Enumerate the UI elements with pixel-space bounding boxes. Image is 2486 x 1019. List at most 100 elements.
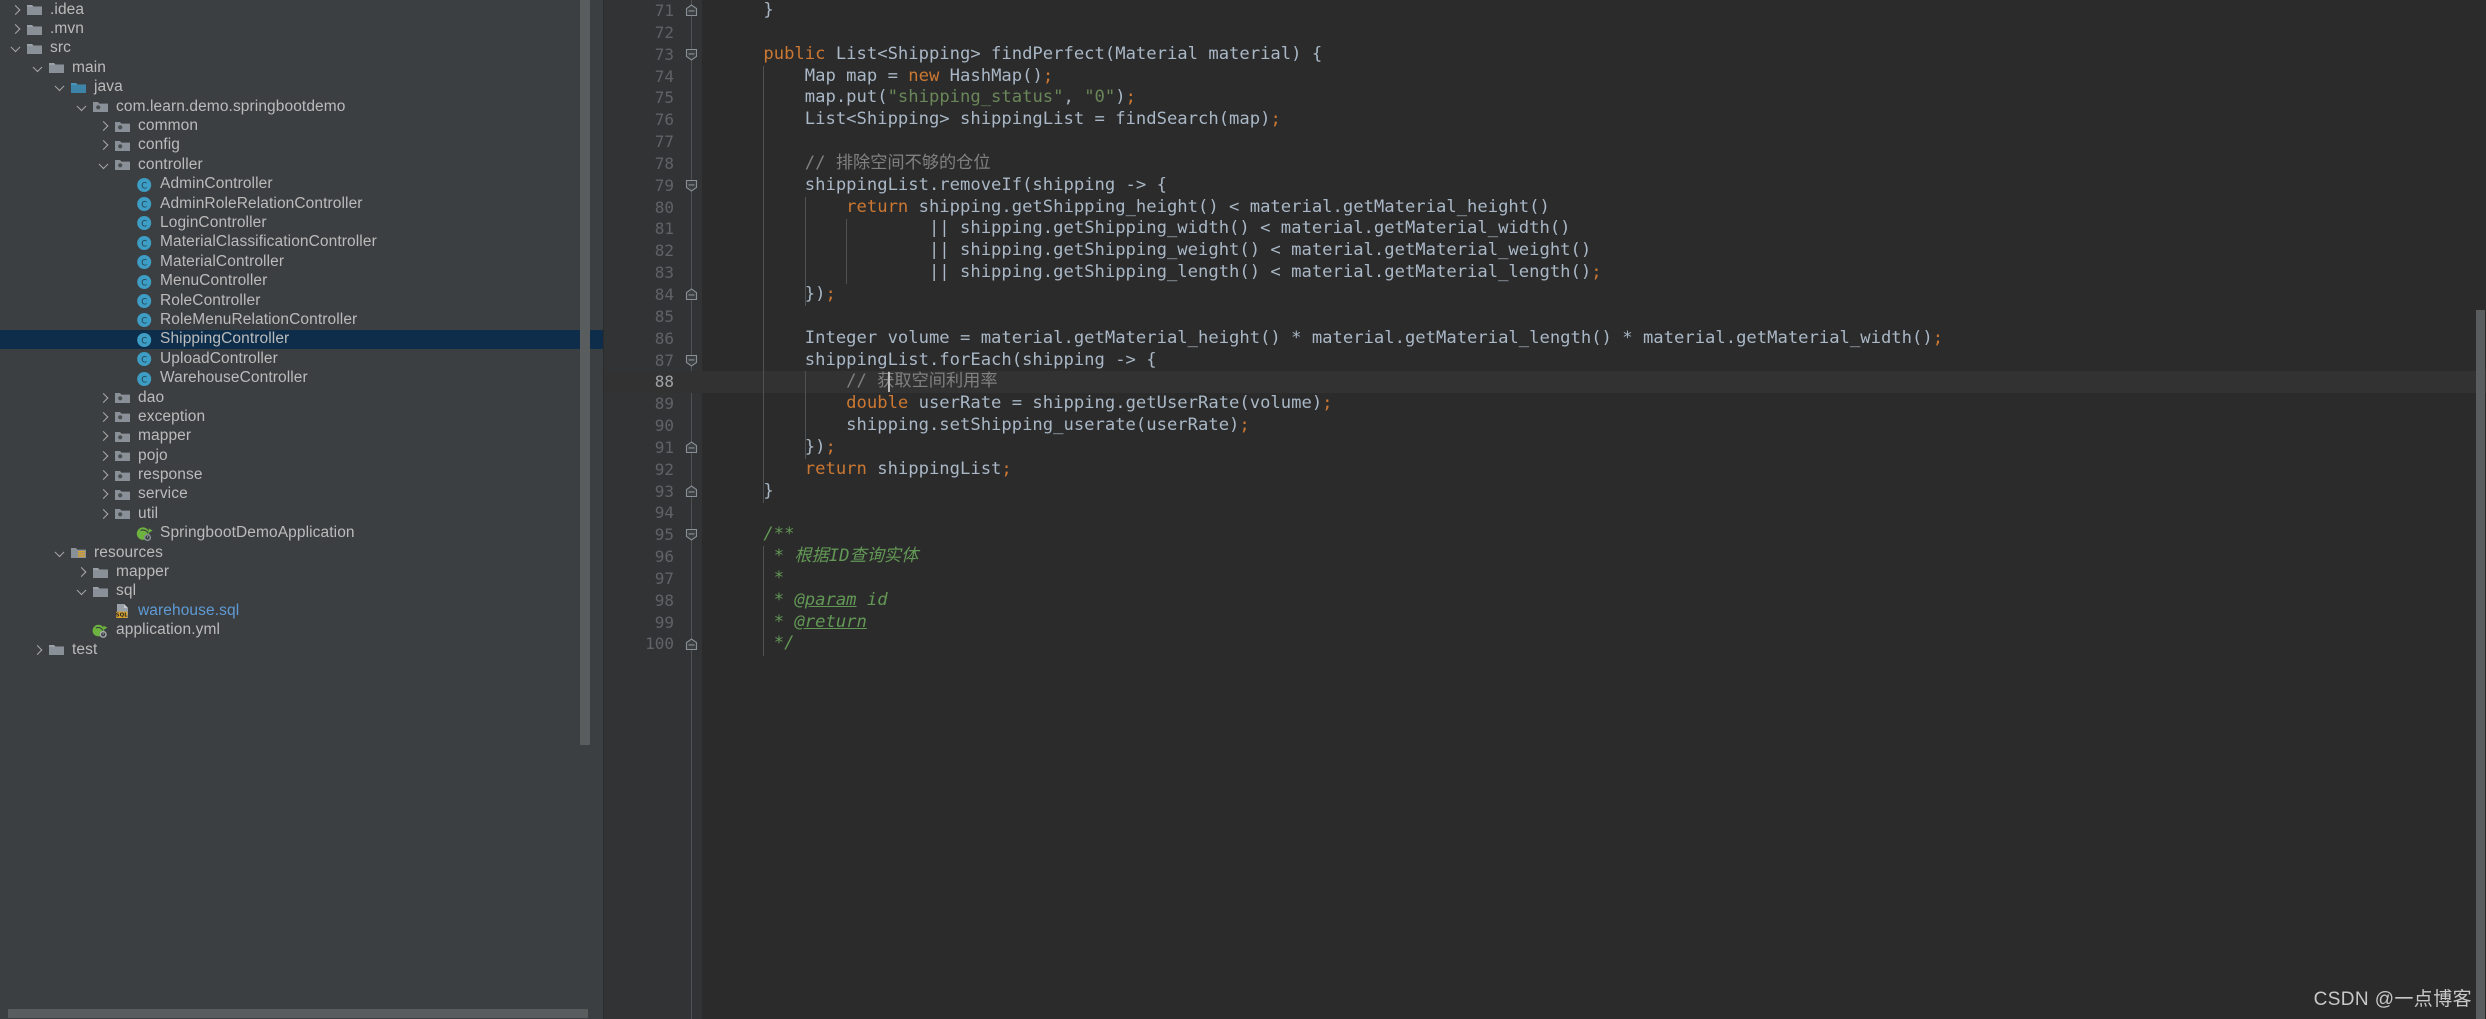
project-tree-panel[interactable]: .idea .mvn src main java com.learn.demo.sprin…: [0, 0, 604, 1019]
chevron-right-icon[interactable]: [96, 485, 113, 504]
code-content[interactable]: 71 } 72 73 public List<Shipping> findPerfe…: [604, 0, 2486, 655]
chevron-down-icon[interactable]: [52, 543, 69, 562]
chevron-right-icon[interactable]: [8, 20, 25, 39]
chevron-right-icon[interactable]: [74, 563, 91, 582]
tree-folder-controller[interactable]: controller: [0, 155, 604, 174]
code-line[interactable]: 73 public List<Shipping> findPerfect(Mat…: [604, 44, 2486, 66]
chevron-right-icon[interactable]: [96, 427, 113, 446]
editor-panel[interactable]: 71 } 72 73 public List<Shipping> findPerfe…: [604, 0, 2486, 1019]
code-line[interactable]: 75 map.put("shipping_status", "0");: [604, 87, 2486, 109]
code-line[interactable]: 90 shipping.setShipping_userate(userRate…: [604, 415, 2486, 437]
tree-folder-java[interactable]: java: [0, 78, 604, 97]
code-line[interactable]: 95 /**: [604, 524, 2486, 546]
fold-end-icon[interactable]: [685, 637, 698, 651]
chevron-down-icon[interactable]: [96, 155, 113, 174]
chevron-right-icon[interactable]: [30, 640, 47, 659]
code-line[interactable]: 91 });: [604, 437, 2486, 459]
code-line[interactable]: 98 * @param id: [604, 590, 2486, 612]
sidebar-vertical-scrollbar[interactable]: [580, 0, 590, 745]
tree-file-warehousecontroller[interactable]: C WarehouseController: [0, 368, 604, 387]
fold-end-icon[interactable]: [685, 288, 698, 301]
tree-folder-response[interactable]: response: [0, 465, 604, 484]
chevron-right-icon[interactable]: [96, 504, 113, 523]
chevron-right-icon[interactable]: [96, 407, 113, 426]
code-line[interactable]: 94: [604, 502, 2486, 524]
tree-folder-test[interactable]: test: [0, 640, 604, 659]
tree-folder-util[interactable]: util: [0, 504, 604, 523]
tree-folder-main[interactable]: main: [0, 58, 604, 77]
tree-file-materialclassificationcontroller[interactable]: C MaterialClassificationController: [0, 233, 604, 252]
code-line[interactable]: 81 || shipping.getShipping_width() < mat…: [604, 218, 2486, 240]
tree-file-uploadcontroller[interactable]: C UploadController: [0, 349, 604, 368]
fold-collapse-icon[interactable]: [685, 48, 698, 61]
chevron-down-icon[interactable]: [30, 58, 47, 77]
code-line[interactable]: 83 || shipping.getShipping_length() < ma…: [604, 262, 2486, 284]
chevron-right-icon[interactable]: [96, 136, 113, 155]
fold-end-icon[interactable]: [685, 4, 698, 17]
chevron-down-icon[interactable]: [74, 97, 91, 116]
code-line[interactable]: 72: [604, 22, 2486, 44]
chevron-right-icon[interactable]: [8, 0, 25, 19]
chevron-right-icon[interactable]: [96, 466, 113, 485]
fold-end-icon[interactable]: [685, 441, 698, 454]
code-line[interactable]: 100 */: [604, 633, 2486, 655]
sidebar-horizontal-scrollbar[interactable]: [8, 1009, 588, 1018]
code-line[interactable]: 77: [604, 131, 2486, 153]
code-line[interactable]: 85: [604, 306, 2486, 328]
tree-file-menucontroller[interactable]: C MenuController: [0, 271, 604, 290]
tree-folder-mapper[interactable]: mapper: [0, 427, 604, 446]
tree-file-admincontroller[interactable]: C AdminController: [0, 175, 604, 194]
fold-collapse-icon[interactable]: [685, 179, 698, 192]
tree-folder-dao[interactable]: dao: [0, 388, 604, 407]
tree-folder-config[interactable]: config: [0, 136, 604, 155]
chevron-right-icon[interactable]: [96, 117, 113, 136]
project-tree[interactable]: .idea .mvn src main java com.learn.demo.sprin…: [0, 0, 604, 659]
tree-folder-exception[interactable]: exception: [0, 407, 604, 426]
code-line[interactable]: 89 double userRate = shipping.getUserRat…: [604, 393, 2486, 415]
code-line[interactable]: 71 }: [604, 0, 2486, 22]
code-line[interactable]: 97 *: [604, 568, 2486, 590]
code-line[interactable]: 74 Map map = new HashMap();: [604, 66, 2486, 88]
tree-folder-resources[interactable]: resources: [0, 543, 604, 562]
tree-file-materialcontroller[interactable]: C MaterialController: [0, 252, 604, 271]
code-line[interactable]: 86 Integer volume = material.getMaterial…: [604, 328, 2486, 350]
code-line[interactable]: 92 return shippingList;: [604, 459, 2486, 481]
chevron-right-icon[interactable]: [96, 388, 113, 407]
fold-end-icon[interactable]: [685, 485, 698, 498]
fold-collapse-icon[interactable]: [685, 528, 698, 542]
tree-folder--idea[interactable]: .idea: [0, 0, 604, 19]
code-line[interactable]: 84 });: [604, 284, 2486, 306]
code-line[interactable]: 88 // 获取空间利用率: [604, 371, 2486, 394]
tree-file-application-yml[interactable]: application.yml: [0, 621, 604, 640]
tree-file-rolemenurelationcontroller[interactable]: C RoleMenuRelationController: [0, 310, 604, 329]
code-line[interactable]: 87 shippingList.forEach(shipping -> {: [604, 350, 2486, 372]
editor-vertical-scrollbar[interactable]: [2476, 310, 2485, 1019]
tree-folder-mapper[interactable]: mapper: [0, 562, 604, 581]
tree-file-shippingcontroller[interactable]: C ShippingController: [0, 329, 604, 350]
tree-file-warehouse-sql[interactable]: SQL warehouse.sql: [0, 601, 604, 620]
chevron-down-icon[interactable]: [74, 582, 91, 601]
tree-folder--mvn[interactable]: .mvn: [0, 19, 604, 38]
code-line[interactable]: 96 * 根据ID查询实体: [604, 546, 2486, 568]
tree-folder-pojo[interactable]: pojo: [0, 446, 604, 465]
code-line[interactable]: 76 List<Shipping> shippingList = findSea…: [604, 109, 2486, 131]
chevron-down-icon[interactable]: [8, 39, 25, 58]
tree-folder-src[interactable]: src: [0, 39, 604, 58]
code-line[interactable]: 80 return shipping.getShipping_height() …: [604, 197, 2486, 219]
tree-folder-service[interactable]: service: [0, 485, 604, 504]
chevron-right-icon[interactable]: [96, 446, 113, 465]
tree-folder-common[interactable]: common: [0, 116, 604, 135]
tree-file-springbootdemoapplication[interactable]: SpringbootDemoApplication: [0, 524, 604, 543]
tree-file-logincontroller[interactable]: C LoginController: [0, 213, 604, 232]
tree-file-rolecontroller[interactable]: C RoleController: [0, 291, 604, 310]
tree-folder-com-learn-demo-springbootdemo[interactable]: com.learn.demo.springbootdemo: [0, 97, 604, 116]
code-line[interactable]: 99 * @return: [604, 612, 2486, 634]
chevron-down-icon[interactable]: [52, 78, 69, 97]
tree-folder-sql[interactable]: sql: [0, 582, 604, 601]
code-line[interactable]: 78 // 排除空间不够的仓位: [604, 153, 2486, 175]
code-line[interactable]: 82 || shipping.getShipping_weight() < ma…: [604, 240, 2486, 262]
tree-file-adminrolerelationcontroller[interactable]: C AdminRoleRelationController: [0, 194, 604, 213]
code-line[interactable]: 79 shippingList.removeIf(shipping -> {: [604, 175, 2486, 197]
code-line[interactable]: 93 }: [604, 481, 2486, 503]
fold-collapse-icon[interactable]: [685, 354, 698, 367]
